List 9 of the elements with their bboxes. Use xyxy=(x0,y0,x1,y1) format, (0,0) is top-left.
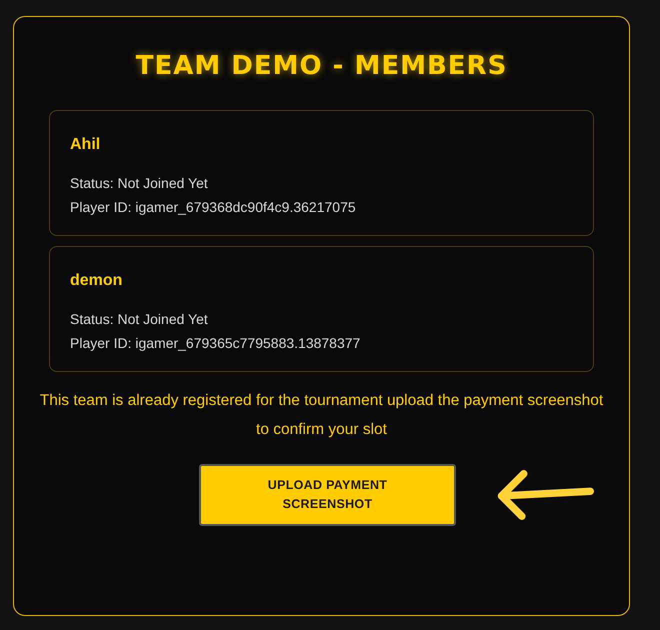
page-title: TEAM DEMO - MEMBERS xyxy=(134,51,508,82)
upload-button[interactable]: UPLOAD PAYMENT SCREENSHOT xyxy=(199,464,456,526)
member-name: Ahil xyxy=(70,135,102,156)
player-id: Player ID: igamer_679365c7795883.13878377 xyxy=(70,334,362,354)
player-id: Player ID: igamer_679368dc90f4c9.36217075 xyxy=(70,198,357,218)
member-status: Status: Not Joined Yet xyxy=(70,174,209,194)
notice-text: This team is already registered for the tournament upload the payment screenshot to confirm your slot xyxy=(39,391,604,440)
member-status: Status: Not Joined Yet xyxy=(70,310,209,330)
member-name: demon xyxy=(70,271,124,292)
